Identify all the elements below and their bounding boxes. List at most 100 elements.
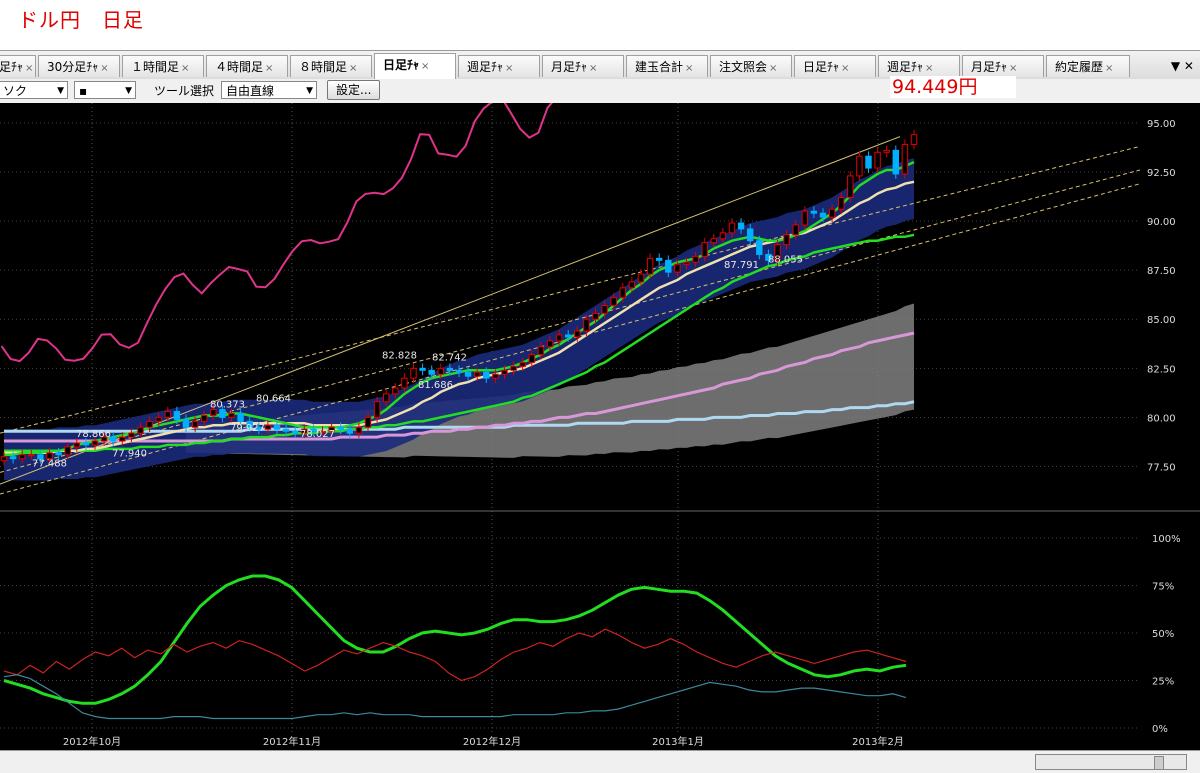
tab-8hour[interactable]: ８時間足 × xyxy=(290,55,372,77)
tab-label: 日足ﾁｬ xyxy=(803,60,840,74)
candle-body xyxy=(0,456,8,462)
chart-area[interactable]: 95.00 92.50 90.00 87.50 85.00 82.50 80.00 77.50… xyxy=(0,0,1200,750)
candle-body xyxy=(546,340,554,348)
candle-body xyxy=(610,297,617,307)
candle-body xyxy=(746,228,754,242)
settings-button[interactable]: 設定... xyxy=(327,80,381,100)
marker-value: ▪ xyxy=(79,84,88,98)
x-tick-label: 2012年11月 xyxy=(263,735,321,748)
candle-body xyxy=(364,416,372,428)
candle-body xyxy=(637,273,645,283)
candle-body xyxy=(64,446,71,456)
osc-stochastic-green xyxy=(3,574,907,705)
y-tick-label: 90.00 xyxy=(1147,217,1176,228)
close-icon[interactable]: × xyxy=(349,63,357,74)
candle-body xyxy=(665,259,672,273)
close-icon[interactable]: × xyxy=(181,63,189,74)
x-tick-label: 2012年12月 xyxy=(463,735,521,748)
close-icon[interactable]: × xyxy=(925,63,933,74)
osc-rsi-red xyxy=(3,628,907,682)
candle-body xyxy=(91,440,99,446)
tab-label: １時間足 xyxy=(131,60,180,74)
tab-30min-chart[interactable]: 30分足ﾁｬ × xyxy=(38,55,120,77)
candle-body xyxy=(182,418,190,428)
y-tick-label: 95.00 xyxy=(1147,119,1176,130)
candle-body xyxy=(200,414,208,422)
candle-body xyxy=(828,208,836,218)
candle-body xyxy=(555,334,563,342)
candle-body xyxy=(728,222,736,234)
candle-body xyxy=(401,377,408,389)
page-title: ドル円 日足 xyxy=(18,8,144,32)
candle-body xyxy=(510,365,517,371)
candle-body xyxy=(18,454,26,460)
close-icon[interactable]: × xyxy=(1105,63,1113,74)
tab-daily-chart-active[interactable]: 日足ﾁｬ × xyxy=(374,53,456,79)
candle-body xyxy=(592,312,599,320)
close-icon[interactable]: × xyxy=(505,63,513,74)
candle-body xyxy=(164,411,172,418)
candle-body xyxy=(692,255,699,263)
price-annotation: 82.828 xyxy=(382,351,417,362)
close-icon[interactable]: × xyxy=(769,63,777,74)
candle-body xyxy=(382,393,390,403)
candle-body xyxy=(756,240,763,255)
scrollbar-thumb[interactable] xyxy=(1154,756,1164,770)
tool-value: 自由直線 xyxy=(226,84,275,98)
candle-body xyxy=(492,373,499,379)
horizontal-scrollbar[interactable] xyxy=(1035,754,1187,770)
tab-positions-total[interactable]: 建玉合計 × xyxy=(626,55,708,77)
candle-body xyxy=(264,424,272,430)
candle-body xyxy=(483,371,490,379)
price-annotation: 80.664 xyxy=(256,394,291,405)
close-icon[interactable]: × xyxy=(25,63,33,74)
marker-select[interactable]: ▪ ▼ xyxy=(74,81,136,99)
close-icon[interactable]: × xyxy=(685,63,693,74)
candle-body xyxy=(810,210,818,214)
candle-body xyxy=(737,222,745,230)
candle-body xyxy=(155,416,162,422)
osc-tick-label: 25% xyxy=(1152,677,1174,688)
tab-weekly-chart[interactable]: 週足ﾁｬ × xyxy=(458,55,540,77)
close-icon[interactable]: × xyxy=(841,63,849,74)
chevron-down-icon: ▼ xyxy=(125,86,132,96)
status-bar xyxy=(0,750,1200,773)
price-chart[interactable]: 95.00 92.50 90.00 87.50 85.00 82.50 80.00 77.50… xyxy=(0,0,1200,750)
close-icon[interactable]: × xyxy=(589,63,597,74)
candle-body xyxy=(837,196,845,210)
candle-body xyxy=(719,232,727,240)
close-icon[interactable]: × xyxy=(100,63,108,74)
candle-body xyxy=(455,369,463,373)
tab-menu-icon[interactable]: ▼ ✕ xyxy=(1171,59,1194,73)
tab-label: 30分足ﾁｬ xyxy=(47,60,99,74)
y-tick-label: 82.50 xyxy=(1147,364,1176,375)
tab-weekly-chart-2[interactable]: 週足ﾁｬ × xyxy=(878,55,960,77)
candle-body xyxy=(373,401,381,418)
tab-monthly-chart[interactable]: 月足ﾁｬ × xyxy=(542,55,624,77)
candle-body xyxy=(228,413,235,418)
osc-tick-label: 50% xyxy=(1152,629,1174,640)
tab-daily-chart-2[interactable]: 日足ﾁｬ × xyxy=(794,55,876,77)
tab-4hour[interactable]: ４時間足 × xyxy=(206,55,288,77)
candle-body xyxy=(564,334,572,338)
y-tick-label: 92.50 xyxy=(1147,168,1176,179)
candle-body xyxy=(910,134,918,145)
candle-body xyxy=(219,409,226,418)
tool-select[interactable]: 自由直線 ▼ xyxy=(221,81,317,99)
candle-body xyxy=(710,238,718,244)
close-icon[interactable]: × xyxy=(421,61,429,72)
tab-chart-0[interactable]: 足ﾁｬ × xyxy=(0,55,36,77)
close-icon[interactable]: × xyxy=(1009,63,1017,74)
y-tick-label: 87.50 xyxy=(1147,266,1176,277)
chart-type-select[interactable]: ソク ▼ xyxy=(0,81,68,99)
chart-toolbar: ソク ▼ ▪ ▼ ツール選択 自由直線 ▼ 設定... xyxy=(0,79,1200,104)
tab-order-inquiry[interactable]: 注文照会 × xyxy=(710,55,792,77)
candle-body xyxy=(901,143,909,175)
candle-body xyxy=(683,261,690,265)
tab-1hour[interactable]: １時間足 × xyxy=(122,55,204,77)
candle-body xyxy=(173,411,181,420)
tab-monthly-chart-2[interactable]: 月足ﾁｬ × xyxy=(962,55,1044,77)
candle-body xyxy=(146,420,153,428)
close-icon[interactable]: × xyxy=(265,63,273,74)
tab-execution-history[interactable]: 約定履歴 × xyxy=(1046,55,1130,77)
